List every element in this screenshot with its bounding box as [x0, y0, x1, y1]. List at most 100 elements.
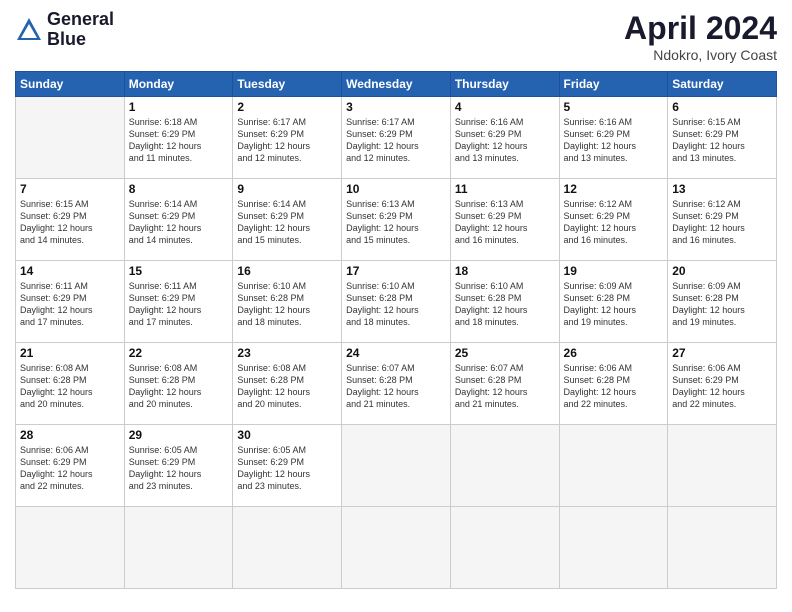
table-row: 17 Sunrise: 6:10 AM Sunset: 6:28 PM Dayli…: [342, 261, 451, 343]
table-row: 19Sunrise: 6:09 AM Sunset: 6:28 PM Dayli…: [559, 261, 668, 343]
col-monday: Monday: [124, 72, 233, 97]
table-row: [559, 507, 668, 589]
col-thursday: Thursday: [450, 72, 559, 97]
date-number: 24: [346, 346, 446, 360]
table-row: [559, 425, 668, 507]
table-row: 29 Sunrise: 6:05 AM Sunset: 6:29 PM Dayli…: [124, 425, 233, 507]
cell-info: Sunrise: 6:05 AM Sunset: 6:29 PM Dayligh…: [129, 444, 229, 493]
table-row: 2 Sunrise: 6:17 AM Sunset: 6:29 PM Daylig…: [233, 97, 342, 179]
date-number: 18: [455, 264, 555, 278]
table-row: 22 Sunrise: 6:08 AM Sunset: 6:28 PM Dayli…: [124, 343, 233, 425]
date-number: 21: [20, 346, 120, 360]
col-sunday: Sunday: [16, 72, 125, 97]
table-row: 21Sunrise: 6:08 AM Sunset: 6:28 PM Dayli…: [16, 343, 125, 425]
page: General Blue April 2024 Ndokro, Ivory Co…: [0, 0, 792, 612]
date-number: 30: [237, 428, 337, 442]
table-row: 8 Sunrise: 6:14 AM Sunset: 6:29 PM Daylig…: [124, 179, 233, 261]
date-number: 10: [346, 182, 446, 196]
cell-info: Sunrise: 6:13 AM Sunset: 6:29 PM Dayligh…: [346, 198, 446, 247]
table-row: [233, 507, 342, 589]
cell-info: Sunrise: 6:17 AM Sunset: 6:29 PM Dayligh…: [237, 116, 337, 165]
cell-info: Sunrise: 6:08 AM Sunset: 6:28 PM Dayligh…: [129, 362, 229, 411]
table-row: 5Sunrise: 6:16 AM Sunset: 6:29 PM Daylig…: [559, 97, 668, 179]
cell-info: Sunrise: 6:10 AM Sunset: 6:28 PM Dayligh…: [346, 280, 446, 329]
date-number: 15: [129, 264, 229, 278]
table-row: 4 Sunrise: 6:16 AM Sunset: 6:29 PM Daylig…: [450, 97, 559, 179]
cell-info: Sunrise: 6:10 AM Sunset: 6:28 PM Dayligh…: [455, 280, 555, 329]
cell-info: Sunrise: 6:06 AM Sunset: 6:28 PM Dayligh…: [564, 362, 664, 411]
table-row: 9Sunrise: 6:14 AM Sunset: 6:29 PM Daylig…: [233, 179, 342, 261]
cell-info: Sunrise: 6:06 AM Sunset: 6:29 PM Dayligh…: [20, 444, 120, 493]
table-row: 3 Sunrise: 6:17 AM Sunset: 6:29 PM Daylig…: [342, 97, 451, 179]
cell-info: Sunrise: 6:15 AM Sunset: 6:29 PM Dayligh…: [672, 116, 772, 165]
table-row: 15Sunrise: 6:11 AM Sunset: 6:29 PM Dayli…: [124, 261, 233, 343]
cell-info: Sunrise: 6:07 AM Sunset: 6:28 PM Dayligh…: [346, 362, 446, 411]
date-number: 25: [455, 346, 555, 360]
date-number: 7: [20, 182, 120, 196]
table-row: [342, 425, 451, 507]
table-row: 26 Sunrise: 6:06 AM Sunset: 6:28 PM Dayli…: [559, 343, 668, 425]
date-number: 3: [346, 100, 446, 114]
date-number: 19: [564, 264, 664, 278]
cell-info: Sunrise: 6:06 AM Sunset: 6:29 PM Dayligh…: [672, 362, 772, 411]
date-number: 12: [564, 182, 664, 196]
cell-info: Sunrise: 6:11 AM Sunset: 6:29 PM Dayligh…: [20, 280, 120, 329]
calendar-table: Sunday Monday Tuesday Wednesday Thursday…: [15, 71, 777, 589]
date-number: 1: [129, 100, 229, 114]
date-number: 22: [129, 346, 229, 360]
logo-text: General Blue: [47, 10, 114, 50]
date-number: 8: [129, 182, 229, 196]
table-row: 18 Sunrise: 6:10 AM Sunset: 6:28 PM Dayli…: [450, 261, 559, 343]
date-number: 5: [564, 100, 664, 114]
table-row: 25Sunrise: 6:07 AM Sunset: 6:28 PM Dayli…: [450, 343, 559, 425]
header: General Blue April 2024 Ndokro, Ivory Co…: [15, 10, 777, 63]
logo: General Blue: [15, 10, 114, 50]
col-wednesday: Wednesday: [342, 72, 451, 97]
cell-info: Sunrise: 6:15 AM Sunset: 6:29 PM Dayligh…: [20, 198, 120, 247]
table-row: [668, 425, 777, 507]
month-title: April 2024: [624, 10, 777, 47]
header-row: Sunday Monday Tuesday Wednesday Thursday…: [16, 72, 777, 97]
table-row: [342, 507, 451, 589]
col-tuesday: Tuesday: [233, 72, 342, 97]
cell-info: Sunrise: 6:13 AM Sunset: 6:29 PM Dayligh…: [455, 198, 555, 247]
date-number: 11: [455, 182, 555, 196]
logo-icon: [15, 16, 43, 44]
table-row: 6 Sunrise: 6:15 AM Sunset: 6:29 PM Daylig…: [668, 97, 777, 179]
table-row: 24 Sunrise: 6:07 AM Sunset: 6:28 PM Dayli…: [342, 343, 451, 425]
cell-info: Sunrise: 6:14 AM Sunset: 6:29 PM Dayligh…: [129, 198, 229, 247]
table-row: 30 Sunrise: 6:05 AM Sunset: 6:29 PM Dayli…: [233, 425, 342, 507]
title-section: April 2024 Ndokro, Ivory Coast: [624, 10, 777, 63]
date-number: 9: [237, 182, 337, 196]
date-number: 17: [346, 264, 446, 278]
cell-info: Sunrise: 6:05 AM Sunset: 6:29 PM Dayligh…: [237, 444, 337, 493]
date-number: 27: [672, 346, 772, 360]
date-number: 6: [672, 100, 772, 114]
table-row: [124, 507, 233, 589]
date-number: 4: [455, 100, 555, 114]
table-row: 7 Sunrise: 6:15 AM Sunset: 6:29 PM Daylig…: [16, 179, 125, 261]
date-number: 28: [20, 428, 120, 442]
date-number: 16: [237, 264, 337, 278]
cell-info: Sunrise: 6:12 AM Sunset: 6:29 PM Dayligh…: [672, 198, 772, 247]
date-number: 2: [237, 100, 337, 114]
cell-info: Sunrise: 6:16 AM Sunset: 6:29 PM Dayligh…: [455, 116, 555, 165]
table-row: [668, 507, 777, 589]
cell-info: Sunrise: 6:12 AM Sunset: 6:29 PM Dayligh…: [564, 198, 664, 247]
date-number: 23: [237, 346, 337, 360]
date-number: 26: [564, 346, 664, 360]
table-row: 28 Sunrise: 6:06 AM Sunset: 6:29 PM Dayli…: [16, 425, 125, 507]
date-number: 29: [129, 428, 229, 442]
cell-info: Sunrise: 6:10 AM Sunset: 6:28 PM Dayligh…: [237, 280, 337, 329]
cell-info: Sunrise: 6:17 AM Sunset: 6:29 PM Dayligh…: [346, 116, 446, 165]
date-number: 13: [672, 182, 772, 196]
cell-info: Sunrise: 6:09 AM Sunset: 6:28 PM Dayligh…: [672, 280, 772, 329]
table-row: [450, 425, 559, 507]
location: Ndokro, Ivory Coast: [624, 47, 777, 63]
table-row: [16, 97, 125, 179]
date-number: 14: [20, 264, 120, 278]
logo-line1: General: [47, 10, 114, 30]
table-row: 23Sunrise: 6:08 AM Sunset: 6:28 PM Dayli…: [233, 343, 342, 425]
table-row: 20Sunrise: 6:09 AM Sunset: 6:28 PM Dayli…: [668, 261, 777, 343]
table-row: [450, 507, 559, 589]
